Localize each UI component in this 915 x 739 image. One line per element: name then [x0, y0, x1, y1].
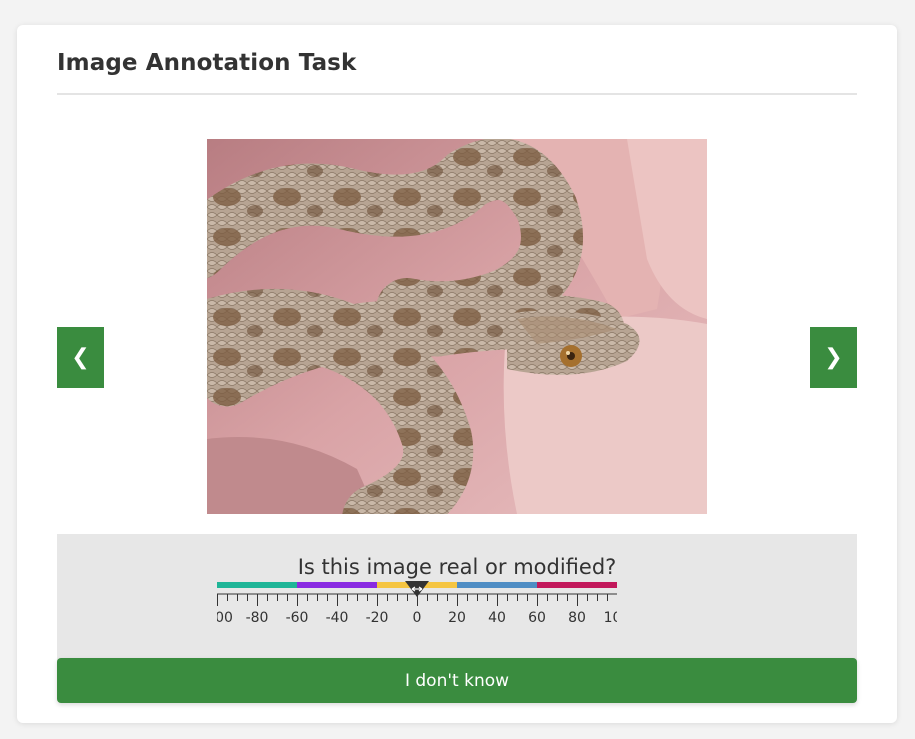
scale-tick-label: 20	[448, 610, 466, 626]
scale-tick-label: 0	[413, 610, 422, 626]
title-divider	[57, 93, 857, 95]
scale-tick-label: -60	[286, 610, 309, 626]
page-title: Image Annotation Task	[57, 50, 357, 76]
dont-know-button[interactable]: I don't know	[57, 658, 857, 703]
snake-photo-illustration	[207, 139, 707, 514]
rating-panel: Is this image real or modified? -100-80-…	[57, 534, 857, 664]
slider-scale: -100 -80 -60 -40 -20 0 20 40 60 80 100	[201, 581, 630, 626]
scale-tick-label: 100	[604, 610, 617, 626]
chevron-right-icon: ❯	[824, 345, 843, 370]
chevron-left-icon: ❮	[71, 345, 90, 370]
scale-tick-label: 80	[568, 610, 586, 626]
scale-tick-label: 40	[488, 610, 506, 626]
next-image-button[interactable]: ❯	[810, 327, 857, 388]
scale-tick-label: -80	[246, 610, 269, 626]
scale-segment-1	[217, 582, 297, 588]
annotation-image	[207, 139, 707, 514]
scale-tick-label: -100	[217, 610, 233, 626]
scale-segment-2	[297, 582, 377, 588]
previous-image-button[interactable]: ❮	[57, 327, 104, 388]
scale-segment-5	[537, 582, 617, 588]
annotation-card: Image Annotation Task ❮ ❯ Is this image …	[17, 25, 897, 723]
scale-tick-label: -40	[326, 610, 349, 626]
scale-tick-label: -20	[366, 610, 389, 626]
scale-tick-label: 60	[528, 610, 546, 626]
rating-question: Is this image real or modified?	[297, 555, 617, 579]
rating-slider[interactable]: -100 -80 -60 -40 -20 0 20 40 60 80 100	[201, 581, 630, 661]
scale-segment-4	[457, 582, 537, 588]
